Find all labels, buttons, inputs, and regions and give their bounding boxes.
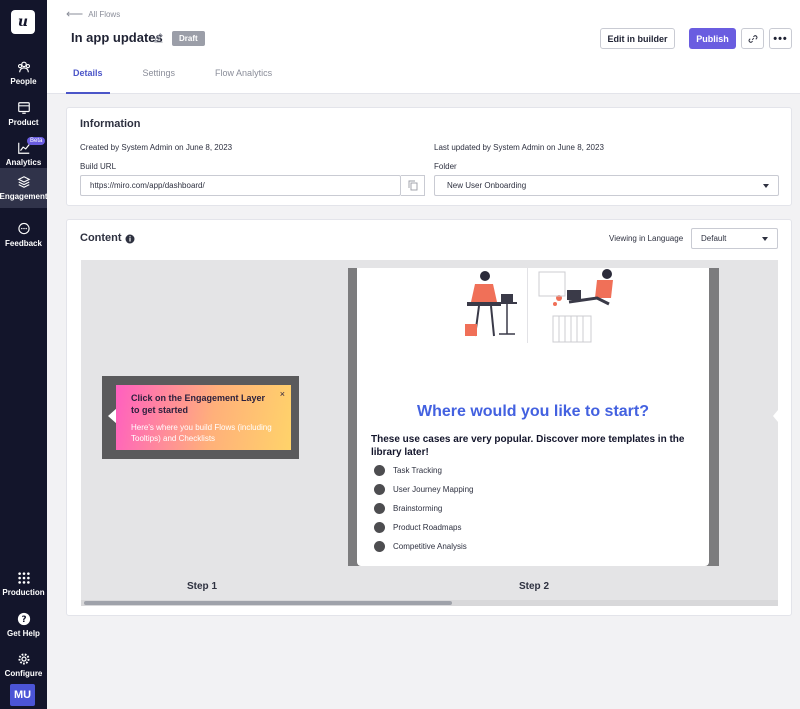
- next-step-arrow[interactable]: [773, 410, 778, 422]
- use-case-option[interactable]: Task Tracking: [374, 465, 442, 476]
- close-icon[interactable]: ×: [280, 389, 285, 399]
- sidebar-item-people[interactable]: People: [0, 53, 47, 93]
- svg-text:?: ?: [21, 615, 26, 625]
- sidebar-item-production[interactable]: Production: [0, 564, 47, 604]
- copy-link-button[interactable]: [741, 28, 764, 49]
- layers-icon: [17, 176, 30, 188]
- sidebar-item-configure[interactable]: Configure: [0, 645, 47, 685]
- modal-subheading: These use cases are very popular. Discov…: [371, 434, 685, 458]
- tab-bar: Details Settings Flow Analytics: [66, 60, 305, 94]
- step-2-label: Step 2: [519, 581, 550, 592]
- info-icon[interactable]: [125, 234, 135, 244]
- status-badge: Draft: [172, 31, 205, 46]
- modal-card: Where would you like to start? These use…: [357, 268, 709, 566]
- use-case-option[interactable]: User Journey Mapping: [374, 484, 473, 495]
- page-title: In app updates: [71, 30, 163, 45]
- sidebar-item-label: Product: [8, 118, 39, 127]
- chevron-down-icon: [762, 237, 768, 241]
- build-url-label: Build URL: [80, 162, 117, 171]
- radio-dot-icon: [374, 484, 385, 495]
- use-case-label: Product Roadmaps: [393, 523, 462, 532]
- user-avatar[interactable]: MU: [10, 684, 35, 706]
- more-dots-icon: •••: [773, 32, 788, 45]
- sidebar-item-label: Analytics: [5, 158, 42, 167]
- use-case-label: Competitive Analysis: [393, 542, 467, 551]
- steps-canvas[interactable]: Click on the Engagement Layer to get sta…: [81, 260, 778, 606]
- pencil-icon[interactable]: [153, 32, 164, 43]
- step-1-preview[interactable]: Click on the Engagement Layer to get sta…: [102, 376, 299, 459]
- sidebar-item-label: Configure: [4, 669, 43, 678]
- content-card: Content Viewing in Language Default Clic…: [66, 219, 792, 616]
- tooltip-card: Click on the Engagement Layer to get sta…: [116, 385, 291, 450]
- illustration-people-working: [465, 268, 613, 343]
- more-options-button[interactable]: •••: [769, 28, 792, 49]
- tooltip-body: Here's where you build Flows (including …: [131, 423, 272, 443]
- folder-value: New User Onboarding: [447, 181, 527, 190]
- updated-text: Last updated by System Admin on June 8, …: [434, 143, 604, 152]
- sidebar-item-label: Engagement: [0, 192, 48, 201]
- gear-icon: [17, 653, 30, 665]
- link-icon: [748, 34, 757, 43]
- step-1-label: Step 1: [187, 581, 218, 592]
- copy-icon: [408, 180, 417, 191]
- use-case-label: Brainstorming: [393, 504, 443, 513]
- language-select[interactable]: Default: [691, 228, 778, 249]
- tab-flow-analytics[interactable]: Flow Analytics: [208, 60, 279, 94]
- beta-badge: Beta: [27, 137, 46, 145]
- build-url-input[interactable]: https://miro.com/app/dashboard/: [80, 175, 401, 196]
- use-case-option[interactable]: Competitive Analysis: [374, 541, 467, 552]
- product-icon: [17, 102, 30, 114]
- sidebar-item-feedback[interactable]: Feedback: [0, 215, 47, 255]
- breadcrumb-back-link[interactable]: ⟵ All Flows: [66, 7, 120, 21]
- tooltip-title: Click on the Engagement Layer to get sta…: [131, 393, 266, 415]
- sidebar-item-label: Production: [2, 588, 45, 597]
- people-icon: [17, 61, 30, 73]
- use-case-label: Task Tracking: [393, 466, 442, 475]
- content-title: Content: [80, 232, 122, 244]
- scrollbar-thumb[interactable]: [84, 601, 452, 605]
- use-case-option[interactable]: Product Roadmaps: [374, 522, 461, 533]
- publish-button[interactable]: Publish: [689, 28, 736, 49]
- back-arrow-icon: ⟵: [66, 7, 84, 21]
- sidebar-item-label: Feedback: [5, 239, 42, 248]
- created-text: Created by System Admin on June 8, 2023: [80, 143, 233, 152]
- modal-heading: Where would you like to start?: [416, 403, 650, 420]
- sidebar: u People Product Analytics Beta Engageme…: [0, 0, 48, 709]
- tab-details[interactable]: Details: [66, 60, 110, 94]
- sidebar-item-label: Get Help: [7, 629, 40, 638]
- information-card: Information Created by System Admin on J…: [66, 107, 792, 206]
- folder-label: Folder: [434, 162, 457, 171]
- help-icon: ?: [17, 612, 30, 626]
- page-header: ⟵ All Flows In app updates Draft Edit in…: [47, 0, 800, 94]
- sidebar-item-product[interactable]: Product: [0, 94, 47, 134]
- radio-dot-icon: [374, 503, 385, 514]
- language-label: Viewing in Language: [609, 234, 684, 243]
- app-logo[interactable]: u: [11, 10, 35, 34]
- sidebar-item-label: People: [10, 77, 37, 86]
- tab-settings[interactable]: Settings: [136, 60, 183, 94]
- use-case-option[interactable]: Brainstorming: [374, 503, 442, 514]
- information-title: Information: [80, 118, 141, 130]
- sidebar-item-engagement[interactable]: Engagement: [0, 168, 48, 208]
- step-2-preview[interactable]: Where would you like to start? These use…: [348, 268, 719, 566]
- folder-select[interactable]: New User Onboarding: [434, 175, 779, 196]
- edit-in-builder-button[interactable]: Edit in builder: [600, 28, 675, 49]
- use-case-label: User Journey Mapping: [393, 485, 474, 494]
- language-value: Default: [701, 234, 727, 243]
- grid-icon: [17, 572, 30, 584]
- breadcrumb-label: All Flows: [88, 9, 121, 19]
- chevron-down-icon: [763, 184, 769, 188]
- copy-url-button[interactable]: [401, 175, 425, 196]
- radio-dot-icon: [374, 465, 385, 476]
- radio-dot-icon: [374, 541, 385, 552]
- horizontal-scrollbar[interactable]: [81, 600, 778, 606]
- radio-dot-icon: [374, 522, 385, 533]
- sidebar-item-get-help[interactable]: ? Get Help: [0, 605, 47, 645]
- chat-icon: [17, 222, 30, 235]
